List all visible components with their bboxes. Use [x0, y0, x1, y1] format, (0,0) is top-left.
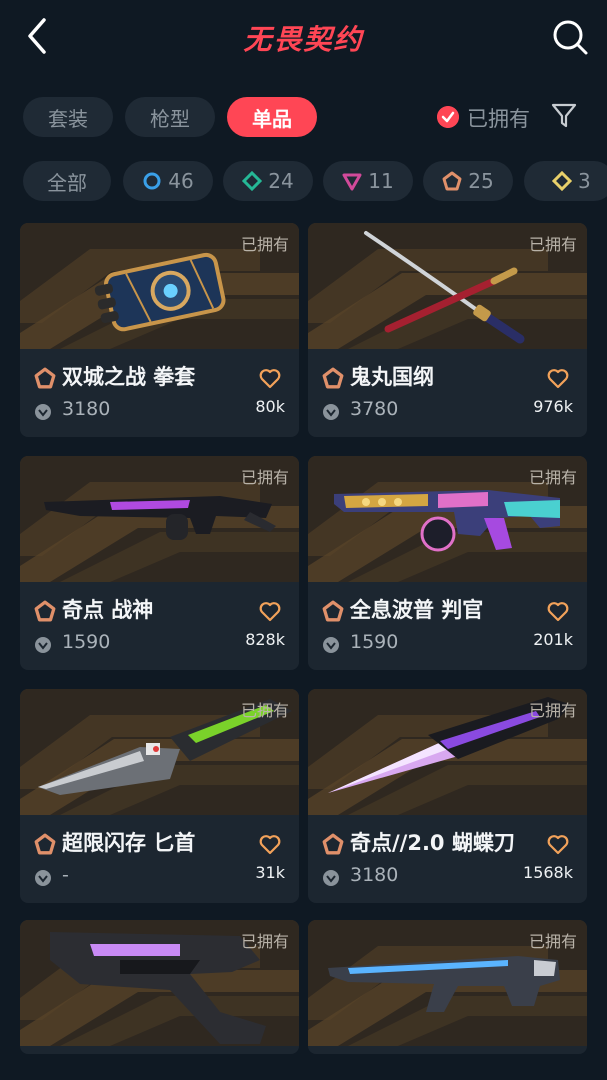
item-name: 奇点//2.0 蝴蝶刀 [350, 831, 515, 855]
item-name: 奇点 战神 [62, 598, 154, 622]
item-price: 1590 [350, 631, 399, 653]
heart-icon[interactable] [546, 599, 570, 623]
owned-tag: 已拥有 [528, 932, 577, 951]
exclusive-tier-icon [34, 367, 56, 389]
item-card[interactable]: 已拥有 鬼丸国纲 3780 976k [308, 223, 587, 437]
item-image: 已拥有 [308, 456, 587, 582]
item-image: 已拥有 [20, 223, 299, 349]
owned-tag: 已拥有 [240, 235, 289, 254]
item-likes: 976k [533, 397, 573, 416]
item-name: 双城之战 拳套 [62, 365, 196, 389]
owned-tag: 已拥有 [528, 468, 577, 487]
exclusive-tier-icon [442, 171, 462, 191]
category-tabs: 套装 枪型 单品 已拥有 [0, 97, 607, 137]
item-price: 3180 [62, 398, 111, 420]
tier-chip-count: 11 [368, 169, 394, 193]
tab-single-items[interactable]: 单品 [227, 97, 317, 137]
item-price: - [62, 864, 69, 886]
tier-chip-select[interactable]: 46 [123, 161, 213, 201]
item-image: 已拥有 [308, 689, 587, 815]
heart-icon[interactable] [546, 832, 570, 856]
item-name: 鬼丸国纲 [350, 365, 434, 389]
owned-filter-label[interactable]: 已拥有 [467, 103, 530, 133]
item-likes: 80k [255, 397, 285, 416]
card-info: 超限闪存 匕首 - 31k [20, 815, 299, 903]
item-card[interactable]: 已拥有 奇点 战神 1590 828k [20, 456, 299, 670]
deluxe-tier-icon [242, 171, 263, 191]
item-image: 已拥有 [20, 920, 299, 1046]
vp-currency-icon [323, 637, 339, 653]
exclusive-tier-icon [322, 367, 344, 389]
exclusive-tier-icon [34, 833, 56, 855]
item-likes: 1568k [523, 863, 573, 882]
owned-tag: 已拥有 [240, 468, 289, 487]
item-card[interactable]: 已拥有 [20, 920, 299, 1054]
card-info: 奇点 战神 1590 828k [20, 582, 299, 670]
owned-tag: 已拥有 [240, 932, 289, 951]
owned-tag: 已拥有 [528, 701, 577, 720]
tier-chip-exclusive[interactable]: 25 [423, 161, 513, 201]
heart-icon[interactable] [258, 832, 282, 856]
heart-icon[interactable] [258, 366, 282, 390]
vp-currency-icon [323, 404, 339, 420]
tier-filter-row: 全部 46 24 11 25 3 [0, 161, 607, 201]
vp-currency-icon [35, 404, 51, 420]
item-likes: 31k [255, 863, 285, 882]
item-card[interactable]: 已拥有 超限闪存 匕首 - 31k [20, 689, 299, 903]
search-icon[interactable] [550, 17, 590, 57]
item-card[interactable]: 已拥有 双城之战 拳套 3180 80k [20, 223, 299, 437]
app-title: 无畏契约 [243, 23, 364, 56]
item-price: 1590 [62, 631, 111, 653]
select-tier-icon [143, 172, 161, 190]
exclusive-tier-icon [322, 833, 344, 855]
item-name: 超限闪存 匕首 [62, 831, 196, 855]
tier-chip-count: 46 [168, 169, 194, 193]
item-price: 3780 [350, 398, 399, 420]
tier-chip-count: 25 [468, 169, 494, 193]
tier-chip-ultra[interactable]: 3 [524, 161, 607, 201]
owned-checkbox-icon[interactable] [437, 106, 459, 128]
tier-chip-count: 24 [268, 169, 294, 193]
item-image: 已拥有 [308, 920, 587, 1046]
premium-tier-icon [342, 173, 362, 191]
item-price: 3180 [350, 864, 399, 886]
heart-icon[interactable] [546, 366, 570, 390]
card-info: 全息波普 判官 1590 201k [308, 582, 587, 670]
exclusive-tier-icon [322, 600, 344, 622]
card-info: 鬼丸国纲 3780 976k [308, 349, 587, 437]
vp-currency-icon [35, 637, 51, 653]
item-image: 已拥有 [20, 689, 299, 815]
item-name: 全息波普 判官 [350, 598, 484, 622]
item-likes: 201k [533, 630, 573, 649]
owned-tag: 已拥有 [528, 235, 577, 254]
tab-bundles[interactable]: 套装 [23, 97, 113, 137]
owned-tag: 已拥有 [240, 701, 289, 720]
tier-chip-premium[interactable]: 11 [323, 161, 413, 201]
item-card[interactable]: 已拥有 全息波普 判官 1590 201k [308, 456, 587, 670]
card-info: 双城之战 拳套 3180 80k [20, 349, 299, 437]
item-image: 已拥有 [308, 223, 587, 349]
heart-icon[interactable] [258, 599, 282, 623]
tier-chip-deluxe[interactable]: 24 [223, 161, 313, 201]
item-card[interactable]: 已拥有 [308, 920, 587, 1054]
item-image: 已拥有 [20, 456, 299, 582]
item-likes: 828k [245, 630, 285, 649]
vp-currency-icon [323, 870, 339, 886]
exclusive-tier-icon [34, 600, 56, 622]
header: 无畏契约 [0, 0, 607, 76]
vp-currency-icon [35, 870, 51, 886]
item-card[interactable]: 已拥有 奇点//2.0 蝴蝶刀 3180 1568k [308, 689, 587, 903]
tier-chip-all[interactable]: 全部 [23, 161, 111, 201]
tier-chip-count: 3 [578, 169, 591, 193]
tab-weapon-types[interactable]: 枪型 [125, 97, 215, 137]
ultra-tier-icon [552, 171, 572, 191]
tier-chip-label: 全部 [47, 170, 87, 195]
card-info: 奇点//2.0 蝴蝶刀 3180 1568k [308, 815, 587, 903]
filter-icon[interactable] [550, 101, 578, 131]
